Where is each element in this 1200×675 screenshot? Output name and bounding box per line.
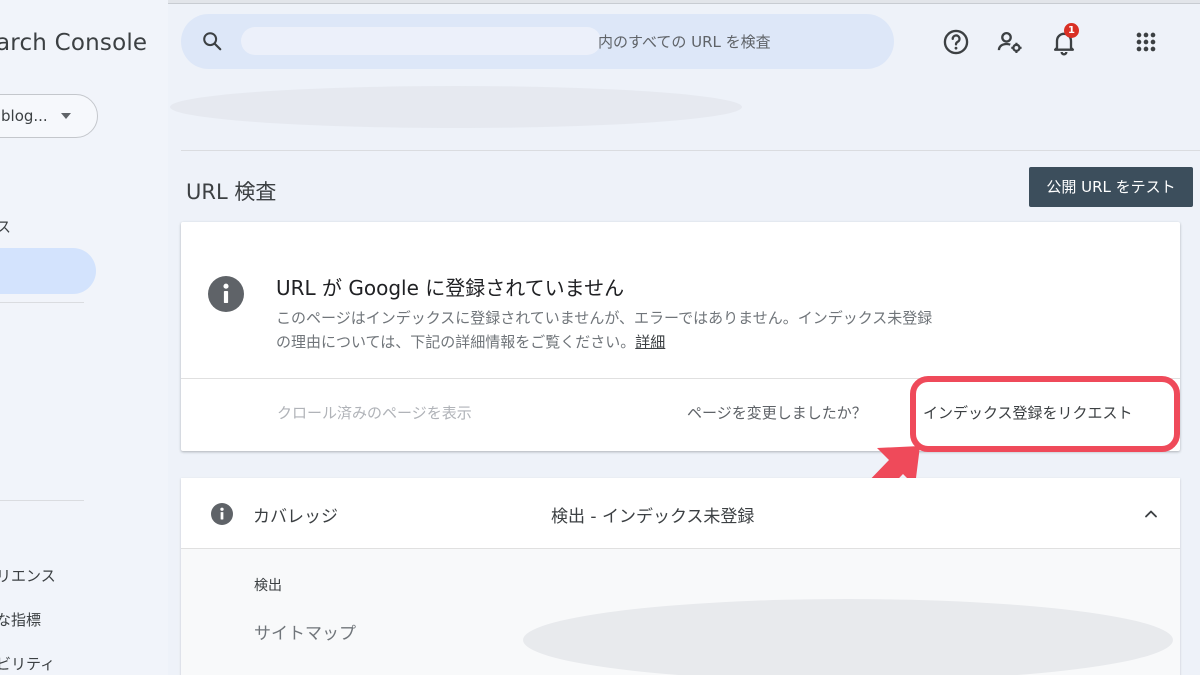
chevron-up-icon[interactable] <box>1141 504 1161 524</box>
highlight-box <box>910 376 1180 452</box>
sitemap-label: サイトマップ <box>254 624 356 644</box>
search-placeholder: 内のすべての URL を検査 <box>598 33 771 51</box>
discovery-section-label: 検出 <box>254 578 282 594</box>
sidebar-divider <box>0 500 84 501</box>
redacted-breadcrumb <box>170 86 742 128</box>
sidebar-divider <box>0 302 84 303</box>
dropdown-caret-icon <box>61 113 71 119</box>
page-title: URL 検査 <box>186 180 277 204</box>
sidebar-item-experience[interactable]: リエンス <box>0 565 56 586</box>
sidebar-item-core-web-vitals[interactable]: な指標 <box>0 609 41 630</box>
status-title: URL が Google に登録されていません <box>276 276 625 300</box>
sidebar-item-usability[interactable]: ビリティ <box>0 653 55 674</box>
page-changed-question: ページを変更しましたか？ <box>687 404 867 422</box>
redacted-url <box>241 27 601 55</box>
notification-badge: 1 <box>1064 23 1079 38</box>
sidebar-item-overview[interactable]: ス <box>0 216 11 237</box>
property-selector-label: blog... <box>1 107 48 125</box>
sidebar: arch Console blog... ス リエンス な指標 ビリティ <box>0 0 168 675</box>
coverage-label: カバレッジ <box>253 507 338 527</box>
property-selector[interactable]: blog... <box>0 94 98 138</box>
manage-users-icon[interactable] <box>996 28 1024 56</box>
status-description: このページはインデックスに登録されていませんが、エラーではありません。インデック… <box>276 306 936 354</box>
coverage-header[interactable]: カバレッジ 検出 - インデックス未登録 <box>181 478 1180 549</box>
app-title[interactable]: arch Console <box>0 30 147 56</box>
redacted-sitemap-value <box>523 599 1173 675</box>
window-top-border <box>0 0 1200 4</box>
header-divider <box>181 150 1200 151</box>
info-icon <box>208 276 244 312</box>
coverage-details: 検出 サイトマップ <box>181 549 1180 675</box>
coverage-panel: カバレッジ 検出 - インデックス未登録 検出 サイトマップ <box>181 478 1180 675</box>
url-inspect-search-bar[interactable]: 内のすべての URL を検査 <box>181 14 894 69</box>
info-icon <box>211 503 233 525</box>
sidebar-item-url-inspection[interactable] <box>0 248 96 294</box>
coverage-status: 検出 - インデックス未登録 <box>551 507 755 527</box>
help-icon[interactable] <box>942 28 970 56</box>
test-live-url-button[interactable]: 公開 URL をテスト <box>1029 167 1193 207</box>
view-crawled-page-button[interactable]: クロール済みのページを表示 <box>277 402 472 423</box>
status-description-text: このページはインデックスに登録されていませんが、エラーではありません。インデック… <box>276 309 933 351</box>
search-icon[interactable] <box>201 30 223 52</box>
details-link[interactable]: 詳細 <box>635 333 665 351</box>
apps-grid-icon[interactable] <box>1132 28 1160 56</box>
